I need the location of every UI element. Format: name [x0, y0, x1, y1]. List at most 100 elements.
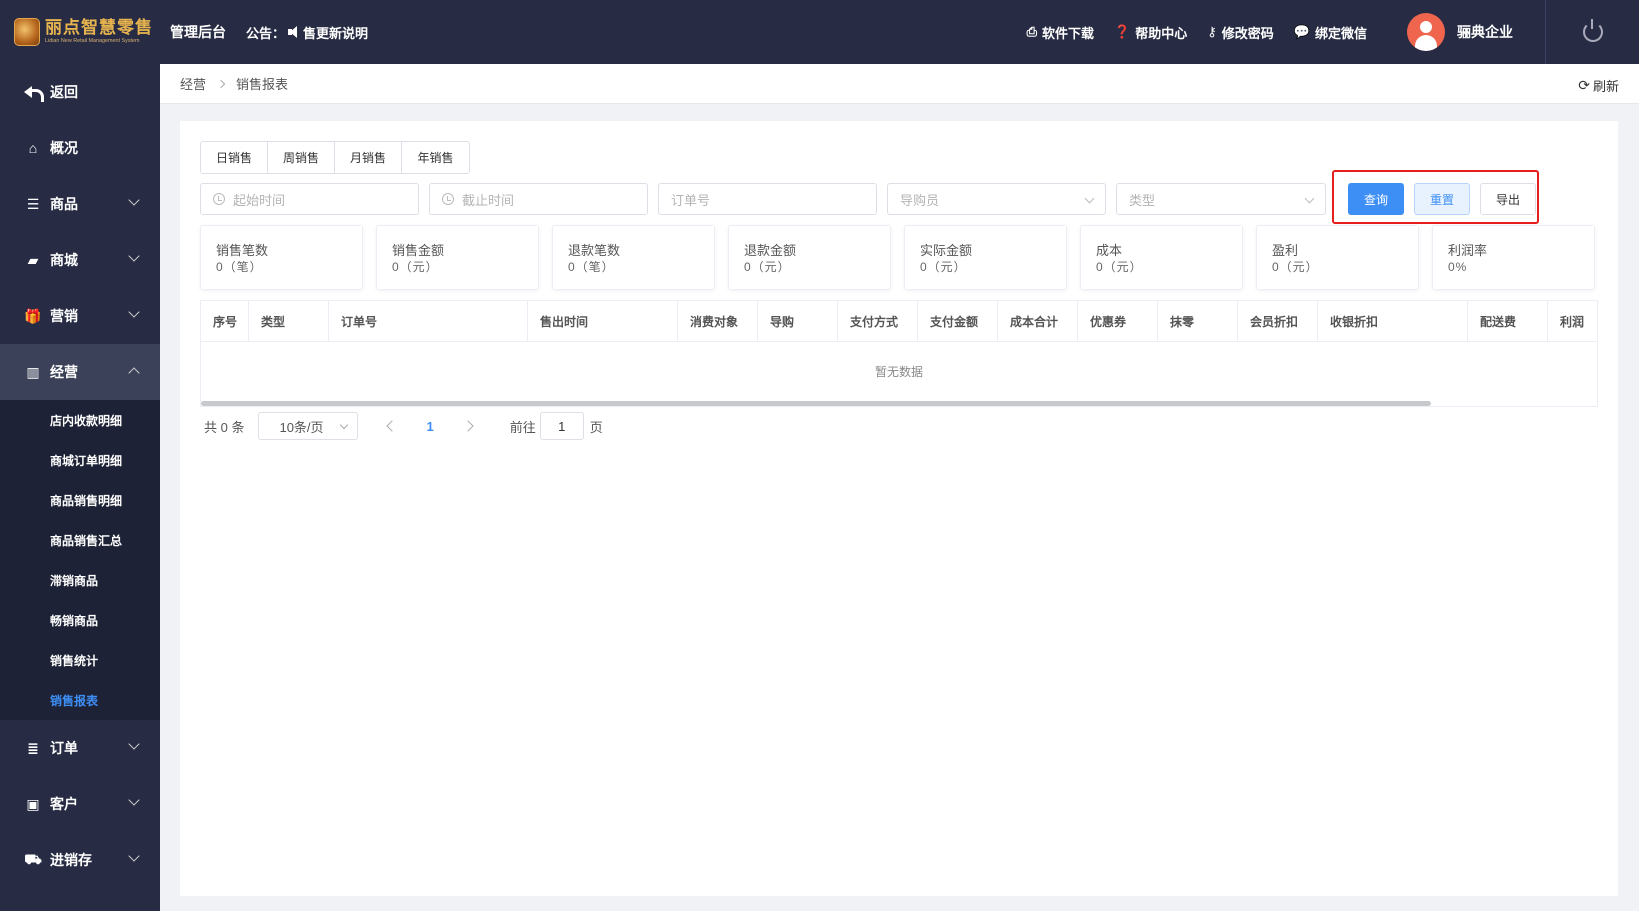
sub-item-sales-stats[interactable]: 销售统计 — [0, 640, 160, 680]
speaker-icon — [287, 25, 301, 39]
guide-select[interactable]: 导购员 — [887, 183, 1106, 215]
admin-label: 管理后台 — [170, 24, 226, 40]
query-button[interactable]: 查询 — [1348, 183, 1404, 215]
help-center-link[interactable]: ❓ 帮助中心 — [1114, 23, 1187, 42]
empty-state: 暂无数据 — [874, 364, 923, 379]
truck-icon: ⛟ — [24, 850, 42, 867]
sub-item-mall-orders[interactable]: 商城订单明细 — [0, 440, 160, 480]
reset-button[interactable]: 重置 — [1414, 183, 1470, 215]
sub-item-goods-sales-detail[interactable]: 商品销售明细 — [0, 480, 160, 520]
user-menu[interactable]: 骊典企业 — [1407, 13, 1513, 51]
type-select[interactable]: 类型 — [1116, 183, 1326, 215]
tab-weekly[interactable]: 周销售 — [268, 142, 335, 173]
chevron-down-icon — [128, 738, 140, 750]
main-panel: 日销售 周销售 月销售 年销售 起始时间 截止时间 订单号 导购员 类型 查询 … — [180, 121, 1618, 896]
next-page-button[interactable] — [462, 420, 474, 432]
page-number[interactable]: 1 — [426, 419, 433, 434]
column-header: 成本合计 — [998, 301, 1078, 341]
logout-button[interactable] — [1545, 0, 1639, 64]
column-header: 订单号 — [329, 301, 528, 341]
chevron-down-icon — [1084, 193, 1095, 204]
filter-bar: 起始时间 截止时间 订单号 导购员 类型 — [200, 183, 1336, 215]
page-size-select[interactable]: 10条/页 — [258, 412, 359, 440]
logo-title: 丽点智慧零售 — [45, 18, 153, 37]
chevron-up-icon — [128, 367, 140, 379]
pagination: 共 0 条 10条/页 1 前往 1 页 — [204, 412, 603, 440]
column-header: 会员折扣 — [1238, 301, 1318, 341]
wechat-icon: 💬 — [1293, 24, 1310, 39]
bind-wechat-link[interactable]: 💬 绑定微信 — [1294, 23, 1367, 42]
key-icon: ⚷ — [1207, 24, 1217, 39]
breadcrumb-parent[interactable]: 经营 — [180, 74, 206, 93]
horizontal-scrollbar[interactable] — [201, 401, 1431, 406]
column-header: 配送费 — [1468, 301, 1548, 341]
stat-card-actual-amount: 实际金额 0（元） — [904, 225, 1067, 290]
sub-item-store-receipts[interactable]: 店内收款明细 — [0, 400, 160, 440]
top-bar: 丽点智慧零售 Lidian New Retail Management Syst… — [0, 0, 1639, 64]
end-time-picker[interactable]: 截止时间 — [429, 183, 648, 215]
order-icon: ≣ — [27, 739, 39, 756]
refresh-icon: ⟳ — [1578, 77, 1590, 93]
breadcrumb-current: 销售报表 — [236, 77, 289, 92]
column-header: 利润 — [1560, 314, 1585, 329]
stat-card-profit-rate: 利润率 0% — [1432, 225, 1595, 290]
logo-subtitle: Lidian New Retail Management System — [45, 38, 140, 44]
avatar — [1407, 13, 1445, 51]
goto-page-input[interactable]: 1 — [539, 412, 584, 440]
order-number-input[interactable]: 订单号 — [658, 183, 877, 215]
sidebar-item-inventory[interactable]: ⛟ 进销存 — [0, 832, 160, 888]
column-header: 支付金额 — [918, 301, 998, 341]
chevron-down-icon — [340, 420, 349, 430]
start-time-picker[interactable]: 起始时间 — [200, 183, 419, 215]
column-header: 导购 — [758, 301, 838, 341]
printer-icon: ⎙ — [1026, 24, 1038, 39]
prev-page-button[interactable] — [386, 420, 399, 432]
stat-card-refund-amount: 退款金额 0（元） — [728, 225, 891, 290]
sidebar-item-mall[interactable]: ▰ 商城 — [0, 232, 160, 288]
tab-daily[interactable]: 日销售 — [201, 142, 268, 173]
sidebar: 返回 ⌂ 概况 ☰ 商品 ▰ 商城 🎁 营销 ▥ 经营 店内收款明细 商城订单明… — [0, 64, 160, 911]
sub-item-slow-moving[interactable]: 滞销商品 — [0, 560, 160, 600]
summary-cards: 销售笔数 0（笔） 销售金额 0（元） 退款笔数 0（笔） 退款金额 0（元） … — [200, 225, 1595, 290]
software-download-link[interactable]: ⎙ 软件下载 — [1027, 23, 1094, 42]
sidebar-item-orders[interactable]: ≣ 订单 — [0, 720, 160, 776]
notice[interactable]: 公告： 售更新说明 — [246, 23, 368, 42]
stat-card-sales-amount: 销售金额 0（元） — [376, 225, 539, 290]
operations-submenu: 店内收款明细 商城订单明细 商品销售明细 商品销售汇总 滞销商品 畅销商品 销售… — [0, 400, 160, 720]
chevron-down-icon — [128, 250, 140, 262]
sidebar-item-operations[interactable]: ▥ 经营 — [0, 344, 160, 400]
sidebar-item-back[interactable]: 返回 — [0, 64, 160, 120]
username: 骊典企业 — [1457, 24, 1513, 40]
gift-icon: 🎁 — [24, 307, 42, 324]
change-password-link[interactable]: ⚷ 修改密码 — [1207, 23, 1274, 42]
total-count: 共 0 条 — [204, 419, 245, 435]
stat-card-refund-count: 退款笔数 0（笔） — [552, 225, 715, 290]
sub-item-sales-report[interactable]: 销售报表 — [0, 680, 160, 720]
column-header: 消费对象 — [678, 301, 758, 341]
goto-unit: 页 — [589, 419, 603, 435]
column-header: 序号 — [201, 301, 249, 341]
table-header: 序号 类型 订单号 售出时间 消费对象 导购 支付方式 支付金额 成本合计 优惠… — [201, 301, 1597, 342]
tab-yearly[interactable]: 年销售 — [402, 142, 469, 173]
home-icon: ⌂ — [28, 140, 38, 156]
logo[interactable]: 丽点智慧零售 Lidian New Retail Management Syst… — [0, 0, 160, 64]
logo-icon — [14, 18, 40, 46]
sub-item-goods-sales-summary[interactable]: 商品销售汇总 — [0, 520, 160, 560]
sub-item-best-selling[interactable]: 畅销商品 — [0, 600, 160, 640]
chevron-right-icon — [216, 79, 226, 88]
sidebar-item-goods[interactable]: ☰ 商品 — [0, 176, 160, 232]
stat-card-cost: 成本 0（元） — [1080, 225, 1243, 290]
sidebar-item-marketing[interactable]: 🎁 营销 — [0, 288, 160, 344]
refresh-button[interactable]: ⟳ 刷新 — [1578, 76, 1619, 95]
column-header: 优惠券 — [1078, 301, 1158, 341]
chevron-down-icon — [1304, 193, 1315, 204]
list-icon: ☰ — [26, 195, 40, 212]
export-button[interactable]: 导出 — [1480, 183, 1536, 215]
sidebar-item-customers[interactable]: ▣ 客户 — [0, 776, 160, 832]
tab-monthly[interactable]: 月销售 — [335, 142, 402, 173]
sidebar-item-overview[interactable]: ⌂ 概况 — [0, 120, 160, 176]
power-icon — [1582, 19, 1603, 42]
chevron-down-icon — [128, 306, 140, 318]
column-header: 收银折扣 — [1318, 301, 1468, 341]
stat-card-sales-count: 销售笔数 0（笔） — [200, 225, 363, 290]
